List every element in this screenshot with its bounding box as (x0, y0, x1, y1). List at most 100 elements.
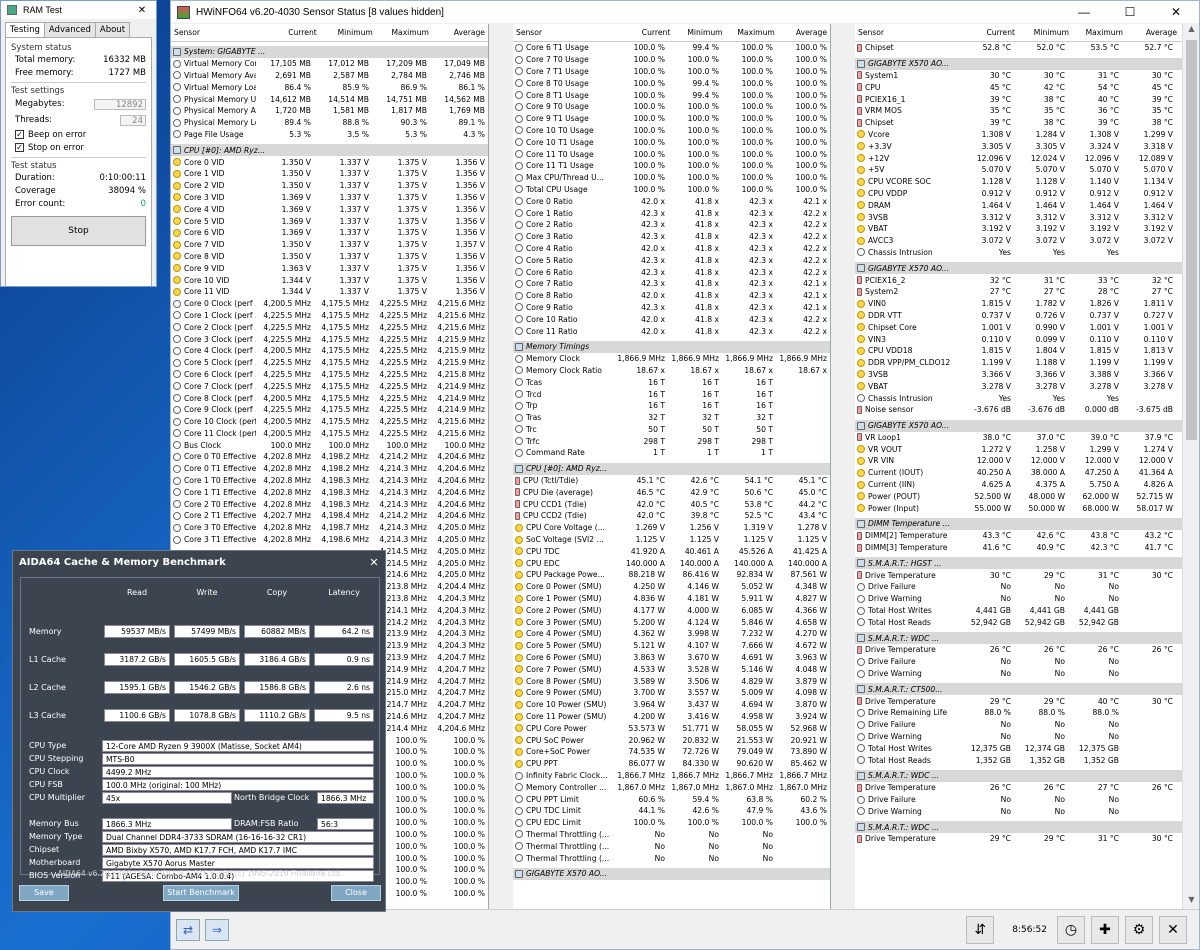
sensor-row[interactable]: Drive Remaining Life 88.0 % 88.0 % 88.0 % (855, 707, 1182, 719)
col-minimum[interactable]: Minimum (673, 28, 725, 37)
sensor-row[interactable]: Core 9 T1 Usage 100.0 % 100.0 % 100.0 % 100.… (513, 113, 830, 125)
sensor-row[interactable]: 3VSB 3.312 V 3.312 V 3.312 V 3.312 V (855, 211, 1182, 223)
sensor-row[interactable]: Core 3 T1 Effective... 4,202.8 MHz 4,198.6… (171, 534, 488, 546)
sensor-row[interactable]: VR Loop1 38.0 °C 37.0 °C 39.0 °C 37.9 °C (855, 432, 1182, 444)
sensor-row[interactable]: Core 1 VID 1.350 V 1.337 V 1.375 V 1.356 V (171, 168, 488, 180)
sensor-row[interactable]: CPU EDC 140.000 A 140.000 A 140.000 A 140.00… (513, 557, 830, 569)
sensor-row[interactable]: Core 5 VID 1.369 V 1.337 V 1.375 V 1.356 V (171, 215, 488, 227)
sensor-row[interactable]: Max CPU/Thread U... 100.0 % 100.0 % 100.0 %… (513, 172, 830, 184)
sensor-group-header[interactable]: CPU [#0]: AMD Ryz... (171, 144, 488, 157)
sensor-row[interactable]: Memory Clock 1,866.9 MHz 1,866.9 MHz 1,866.… (513, 353, 830, 365)
sensor-group-header[interactable]: GIGABYTE X570 AO... (855, 57, 1182, 70)
sensor-row[interactable]: Core 3 Power (SMU) 5.200 W 4.124 W 5.846 W 4… (513, 616, 830, 628)
sensor-row[interactable]: Core 3 VID 1.369 V 1.337 V 1.375 V 1.356 V (171, 192, 488, 204)
sensor-row[interactable]: Drive Warning No No No (855, 593, 1182, 605)
sensor-row[interactable]: Core 2 T1 Effective... 4,202.7 MHz 4,198.4… (171, 510, 488, 522)
sensor-row[interactable]: Physical Memory Used 14,612 MB 14,514 MB 14… (171, 93, 488, 105)
sensor-row[interactable]: Core 0 VID 1.350 V 1.337 V 1.375 V 1.356 V (171, 156, 488, 168)
sensor-row[interactable]: CPU PPT Limit 60.6 % 59.4 % 63.8 % 60.2 % (513, 793, 830, 805)
sensor-row[interactable]: VBAT 3.278 V 3.278 V 3.278 V 3.278 V (855, 380, 1182, 392)
sensor-row[interactable]: Core 9 Ratio 42.3 x 41.8 x 42.3 x 42.1 x (513, 302, 830, 314)
col-maximum[interactable]: Maximum (1072, 28, 1126, 37)
sensor-row[interactable]: Core 7 Ratio 42.3 x 41.8 x 42.3 x 42.1 x (513, 278, 830, 290)
sensor-row[interactable]: Core 11 T0 Usage 100.0 % 100.0 % 100.0 % 100… (513, 148, 830, 160)
sensor-row[interactable]: System1 30 °C 30 °C 31 °C 30 °C (855, 70, 1182, 82)
sensor-row[interactable]: CPU VDD18 1.815 V 1.804 V 1.815 V 1.813 V (855, 345, 1182, 357)
beep-on-error-checkbox[interactable]: ✓ Beep on error (11, 128, 146, 141)
sensor-row[interactable]: VIN3 0.110 V 0.099 V 0.110 V 0.110 V (855, 333, 1182, 345)
sensor-row[interactable]: Core 7 Clock (perf ... 4,225.5 MHz 4,175.5… (171, 380, 488, 392)
sensor-row[interactable]: CPU Package Powe... 88.218 W 86.416 W 92.83… (513, 569, 830, 581)
sensor-row[interactable]: PCIEX16_1 39 °C 38 °C 40 °C 39 °C (855, 93, 1182, 105)
sensor-row[interactable]: Tras 32 T 32 T 32 T (513, 412, 830, 424)
vertical-scrollbar[interactable]: ▲ ▼ (1182, 24, 1199, 911)
sensor-row[interactable]: AVCC3 3.072 V 3.072 V 3.072 V 3.072 V (855, 235, 1182, 247)
sensor-row[interactable]: Memory Controller ... 1,867.0 MHz 1,867.0 … (513, 781, 830, 793)
close-sensors-icon[interactable]: ✕ (1159, 915, 1187, 944)
sensor-group-header[interactable]: S.M.A.R.T.: WDC ... (855, 770, 1182, 782)
sensor-row[interactable]: +3.3V 3.305 V 3.305 V 3.324 V 3.318 V (855, 140, 1182, 152)
sensor-row[interactable]: Core 0 T0 Effective... 4,202.8 MHz 4,198.2… (171, 451, 488, 463)
sensor-row[interactable]: Drive Warning No No No (855, 731, 1182, 743)
sensor-row[interactable]: Trcd 16 T 16 T 16 T (513, 388, 830, 400)
sensor-row[interactable]: CPU SoC Power 20.962 W 20.832 W 21.553 W 20.… (513, 734, 830, 746)
sensor-row[interactable]: Core 0 Power (SMU) 4.250 W 4.146 W 5.052 W 4… (513, 581, 830, 593)
sensor-group-header[interactable]: DIMM Temperature ... (855, 518, 1182, 530)
sensor-row[interactable]: Drive Temperature 26 °C 26 °C 26 °C 26 °C (855, 644, 1182, 656)
col-minimum[interactable]: Minimum (320, 28, 376, 37)
sensor-row[interactable]: Trc 50 T 50 T 50 T (513, 424, 830, 436)
col-maximum[interactable]: Maximum (376, 28, 432, 37)
sensor-row[interactable]: Core 1 Ratio 42.3 x 41.8 x 42.3 x 42.2 x (513, 207, 830, 219)
col-sensor[interactable]: Sensor (171, 28, 264, 37)
sensor-row[interactable]: Drive Temperature 26 °C 26 °C 27 °C 26 °C (855, 782, 1182, 794)
sensor-row[interactable]: Drive Warning No No No (855, 805, 1182, 817)
col-average[interactable]: Average (778, 28, 830, 37)
sensor-row[interactable]: Core 10 VID 1.344 V 1.337 V 1.375 V 1.356 V (171, 274, 488, 286)
sensor-row[interactable]: Core 6 T1 Usage 100.0 % 99.4 % 100.0 % 100.0… (513, 42, 830, 54)
sensor-group-header[interactable]: CPU [#0]: AMD Ryz... (513, 462, 830, 475)
aida64-close-icon[interactable]: ✕ (363, 556, 385, 569)
tab-testing[interactable]: Testing (5, 22, 45, 37)
sensor-row[interactable]: Core 0 Ratio 42.0 x 41.8 x 42.3 x 42.1 x (513, 195, 830, 207)
sensor-row[interactable]: Core 2 T0 Effective... 4,202.8 MHz 4,198.3… (171, 498, 488, 510)
sensor-row[interactable]: CPU (Tctl/Tdie) 45.1 °C 42.6 °C 54.1 °C 45.1… (513, 475, 830, 487)
sensor-group-header[interactable]: S.M.A.R.T.: CT500... (855, 683, 1182, 696)
ramtest-titlebar[interactable]: RAM Test ✕ (1, 1, 156, 19)
settings-icon[interactable]: ⚙ (1125, 915, 1153, 944)
nav-left-icon[interactable]: ⇄ (176, 918, 200, 941)
sensor-row[interactable]: Core 1 T0 Effective... 4,202.8 MHz 4,198.3… (171, 475, 488, 487)
col-current[interactable]: Current (264, 28, 320, 37)
minimize-icon[interactable]: — (1061, 1, 1107, 23)
sensor-row[interactable]: DDR VPP/PM_CLDO12 1.199 V 1.188 V 1.199 V 1.… (855, 357, 1182, 369)
sensor-row[interactable]: Core 2 Clock (perf ... 4,225.5 MHz 4,175.5… (171, 321, 488, 333)
sensor-row[interactable]: Chassis Intrusion Yes Yes Yes (855, 247, 1182, 259)
sensor-row[interactable]: Drive Temperature 29 °C 29 °C 40 °C 30 °C (855, 695, 1182, 707)
sensor-group-header[interactable]: GIGABYTE X570 AO... (513, 867, 830, 880)
sensor-row[interactable]: Drive Temperature 30 °C 29 °C 31 °C 30 °C (855, 569, 1182, 581)
sensor-row[interactable]: Trp 16 T 16 T 16 T (513, 400, 830, 412)
sensor-row[interactable]: Noise sensor -3.676 dB -3.676 dB 0.000 dB -3… (855, 404, 1182, 416)
sensor-row[interactable]: Virtual Memory Avai... 2,691 MB 2,587 MB 2,… (171, 70, 488, 82)
stop-on-error-checkbox[interactable]: ✓ Stop on error (11, 141, 146, 154)
scroll-up-icon[interactable]: ▲ (1183, 24, 1199, 40)
sensor-row[interactable]: Core 6 VID 1.369 V 1.337 V 1.375 V 1.356 V (171, 227, 488, 239)
sensor-row[interactable]: Drive Failure No No No (855, 794, 1182, 806)
sensor-row[interactable]: Command Rate 1 T 1 T 1 T (513, 447, 830, 459)
add-report-icon[interactable]: ✚ (1091, 915, 1119, 944)
sensor-row[interactable]: Core 7 Power (SMU) 4.533 W 3.528 W 5.146 W 4… (513, 663, 830, 675)
sensor-row[interactable]: Core 8 T1 Usage 100.0 % 99.4 % 100.0 % 100.0… (513, 89, 830, 101)
sensor-row[interactable]: Memory Clock Ratio 18.67 x 18.67 x 18.67 x 1… (513, 365, 830, 377)
sensor-row[interactable]: Power (POUT) 52.500 W 48.000 W 62.000 W 52.7… (855, 490, 1182, 502)
col-current[interactable]: Current (964, 28, 1018, 37)
stop-button[interactable]: Stop (11, 216, 146, 246)
sensor-row[interactable]: CPU VCORE SOC 1.128 V 1.128 V 1.140 V 1.134 … (855, 176, 1182, 188)
sensor-row[interactable]: +5V 5.070 V 5.070 V 5.070 V 5.070 V (855, 164, 1182, 176)
sensor-row[interactable]: Drive Temperature 29 °C 29 °C 31 °C 30 °C (855, 833, 1182, 845)
sensor-row[interactable]: Core 0 Clock (perf ... 4,200.5 MHz 4,175.5… (171, 298, 488, 310)
sensor-row[interactable]: Core 6 Power (SMU) 3.863 W 3.670 W 4.691 W 3… (513, 652, 830, 664)
col-current[interactable]: Current (621, 28, 673, 37)
sensor-row[interactable]: PCIEX16_2 32 °C 31 °C 33 °C 32 °C (855, 274, 1182, 286)
sensor-row[interactable]: Total Host Writes 12,375 GB 12,374 GB 12,37… (855, 742, 1182, 754)
tab-about[interactable]: About (94, 22, 131, 37)
sensor-row[interactable]: Core 7 T1 Usage 100.0 % 100.0 % 100.0 % 100.… (513, 66, 830, 78)
